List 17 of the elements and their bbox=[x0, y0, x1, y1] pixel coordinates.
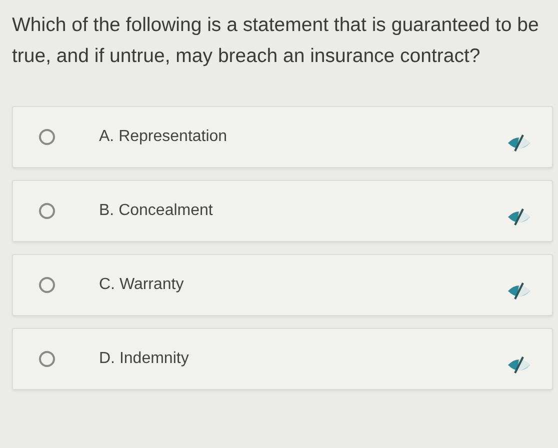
eye-slash-icon[interactable] bbox=[506, 355, 532, 375]
option-label: C. Warranty bbox=[99, 276, 184, 294]
answer-option[interactable]: C. Warranty bbox=[12, 254, 553, 316]
answer-option[interactable]: A. Representation bbox=[12, 106, 553, 168]
eye-slash-icon[interactable] bbox=[506, 133, 532, 153]
eye-slash-icon[interactable] bbox=[506, 207, 532, 227]
answer-option[interactable]: B. Concealment bbox=[12, 180, 553, 242]
radio-button[interactable] bbox=[39, 203, 55, 219]
option-label: B. Concealment bbox=[99, 202, 213, 220]
answer-option[interactable]: D. Indemnity bbox=[12, 328, 553, 390]
eye-slash-icon[interactable] bbox=[506, 281, 532, 301]
option-label: D. Indemnity bbox=[99, 350, 189, 368]
option-label: A. Representation bbox=[99, 128, 228, 146]
radio-button[interactable] bbox=[39, 129, 55, 145]
radio-button[interactable] bbox=[39, 277, 55, 293]
question-text: Which of the following is a statement that is guaranteed to be true, and if untrue, may breach an insurance contract? bbox=[12, 13, 540, 69]
radio-button[interactable] bbox=[39, 351, 55, 367]
